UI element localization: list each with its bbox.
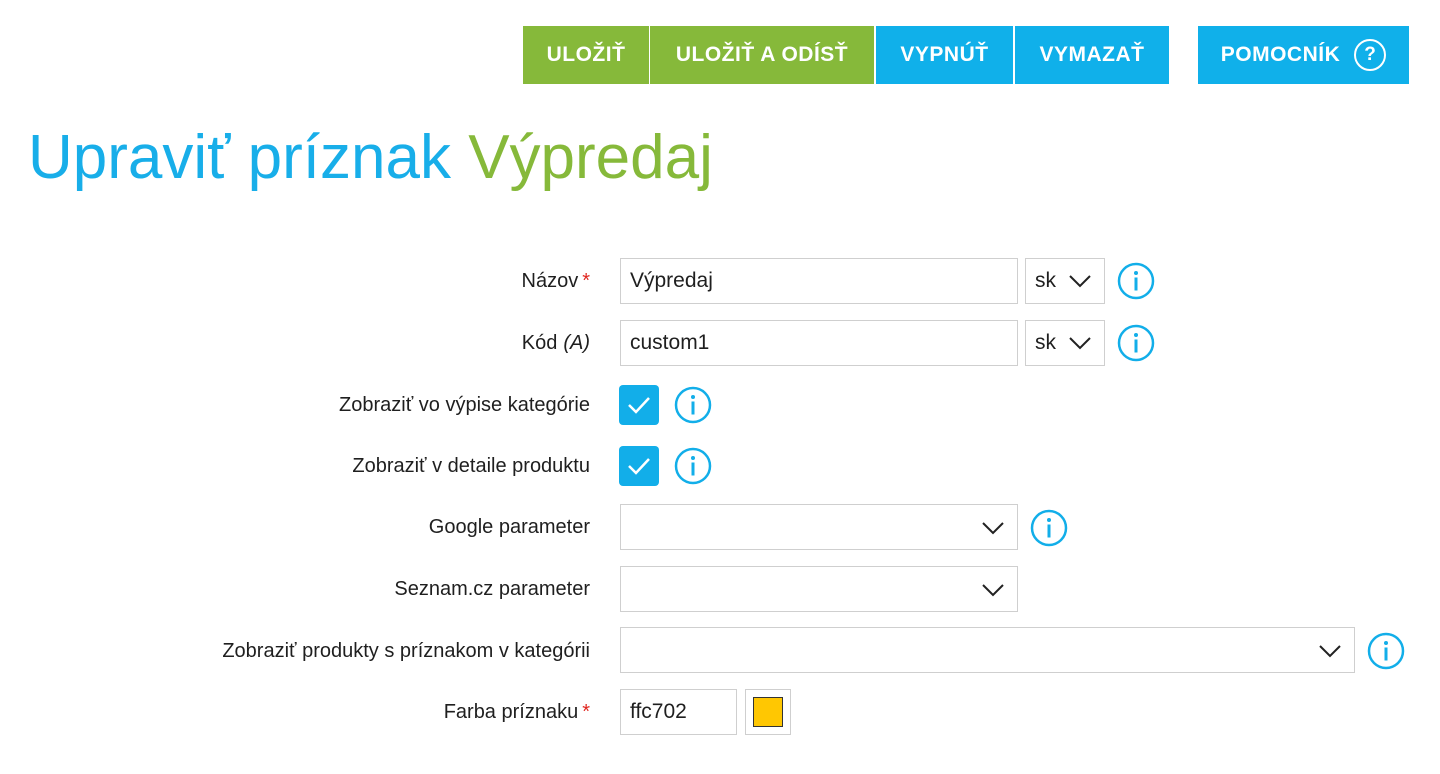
chevron-down-icon xyxy=(1069,275,1091,288)
checkmark-icon xyxy=(628,397,650,414)
seznam-parameter-label: Seznam.cz parameter xyxy=(394,578,590,600)
color-swatch xyxy=(753,697,783,727)
info-icon[interactable] xyxy=(1030,509,1068,547)
show-in-category-label: Zobraziť vo výpise kategórie xyxy=(339,394,590,416)
code-language-select[interactable]: sk xyxy=(1025,320,1105,366)
show-in-detail-checkbox[interactable] xyxy=(619,446,659,486)
page-title-flag-name: Výpredaj xyxy=(468,123,713,192)
disable-button[interactable]: VYPNÚŤ xyxy=(876,26,1013,84)
page-title-prefix: Upraviť príznak xyxy=(28,123,451,192)
code-language-value: sk xyxy=(1035,331,1056,354)
flag-color-label-text: Farba príznaku xyxy=(443,701,579,723)
code-label-suffix: (A) xyxy=(563,332,590,354)
name-label-text: Názov xyxy=(521,270,579,292)
name-language-select[interactable]: sk xyxy=(1025,258,1105,304)
question-circle-icon: ? xyxy=(1354,39,1387,71)
show-in-detail-label: Zobraziť v detaile produktu xyxy=(352,455,590,477)
code-label-text: Kód xyxy=(521,332,558,354)
code-input[interactable] xyxy=(620,320,1018,366)
save-and-exit-button[interactable]: ULOŽIŤ A ODÍSŤ xyxy=(650,26,874,84)
chevron-down-icon xyxy=(1319,645,1341,658)
save-button[interactable]: ULOŽIŤ xyxy=(523,26,649,84)
help-button[interactable]: POMOCNÍK ? xyxy=(1198,26,1409,84)
flag-color-input[interactable] xyxy=(620,689,737,735)
google-parameter-label: Google parameter xyxy=(428,516,590,538)
name-input[interactable] xyxy=(620,258,1018,304)
category-products-label: Zobraziť produkty s príznakom v kategóri… xyxy=(222,640,590,662)
chevron-down-icon xyxy=(982,522,1004,535)
help-button-label: POMOCNÍK xyxy=(1220,43,1341,66)
code-label: Kód (A) xyxy=(522,331,590,355)
required-mark: * xyxy=(582,270,590,292)
chevron-down-icon xyxy=(1069,337,1091,350)
name-label: Názov * xyxy=(522,269,591,293)
action-toolbar: ULOŽIŤ ULOŽIŤ A ODÍSŤ VYPNÚŤ VYMAZAŤ POM… xyxy=(0,26,1440,84)
info-icon[interactable] xyxy=(1117,262,1155,300)
google-parameter-select[interactable] xyxy=(620,504,1018,550)
chevron-down-icon xyxy=(982,584,1004,597)
color-picker-button[interactable] xyxy=(745,689,791,735)
seznam-parameter-select[interactable] xyxy=(620,566,1018,612)
category-products-select[interactable] xyxy=(620,627,1355,673)
info-icon[interactable] xyxy=(1367,632,1405,670)
delete-button[interactable]: VYMAZAŤ xyxy=(1015,26,1169,84)
info-icon[interactable] xyxy=(1117,324,1155,362)
info-icon[interactable] xyxy=(674,447,712,485)
flag-color-label: Farba príznaku * xyxy=(444,700,590,724)
required-mark: * xyxy=(582,701,590,723)
info-icon[interactable] xyxy=(674,386,712,424)
show-in-category-checkbox[interactable] xyxy=(619,385,659,425)
page-title: Upraviť príznak Výpredaj xyxy=(28,118,713,198)
checkmark-icon xyxy=(628,458,650,475)
name-language-value: sk xyxy=(1035,269,1056,292)
